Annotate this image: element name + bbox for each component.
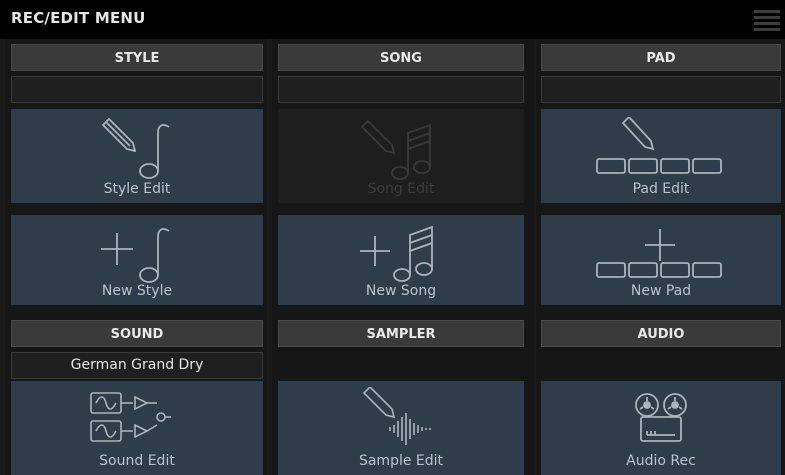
audio-header: AUDIO — [541, 320, 781, 347]
style-edit-label: Style Edit — [103, 181, 171, 197]
sample-edit-button[interactable]: Sample Edit — [278, 381, 524, 475]
new-pad-label: New Pad — [630, 283, 692, 299]
page-title: REC/EDIT MENU — [11, 9, 146, 27]
style-edit-button[interactable]: Style Edit — [11, 109, 263, 203]
new-song-label: New Song — [365, 283, 437, 299]
sound-edit-button[interactable]: Sound Edit — [11, 381, 263, 475]
new-pad-button[interactable]: New Pad — [541, 215, 781, 305]
song-slot — [278, 76, 524, 103]
sound-edit-label: Sound Edit — [99, 453, 175, 469]
plus-notes-icon — [360, 225, 433, 282]
new-style-button[interactable]: New Style — [11, 215, 263, 305]
new-song-button[interactable]: New Song — [278, 215, 524, 305]
sample-edit-label: Sample Edit — [358, 453, 444, 469]
pencil-pads-icon — [596, 117, 722, 174]
sound-name-field: German Grand Dry — [11, 352, 263, 379]
pad-edit-label: Pad Edit — [632, 181, 690, 197]
pad-header: PAD — [541, 44, 781, 71]
pencil-note-icon — [101, 117, 170, 179]
pad-slot — [541, 76, 781, 103]
song-edit-label: Song Edit — [367, 181, 435, 197]
sampler-header: SAMPLER — [278, 320, 524, 347]
plus-note-icon — [101, 228, 170, 283]
title-bar: REC/EDIT MENU — [0, 0, 785, 39]
audio-rec-label: Audio Rec — [626, 453, 696, 469]
sound-header: SOUND — [11, 320, 263, 347]
song-edit-button[interactable]: Song Edit — [278, 109, 524, 203]
pad-edit-button[interactable]: Pad Edit — [541, 109, 781, 203]
style-header: STYLE — [11, 44, 263, 71]
pencil-notes-icon — [360, 119, 431, 180]
pencil-waveform-icon — [362, 387, 431, 445]
song-header: SONG — [278, 44, 524, 71]
list-icon[interactable] — [754, 10, 780, 31]
style-slot — [11, 76, 263, 103]
new-style-label: New Style — [101, 283, 173, 299]
audio-rec-button[interactable]: Audio Rec — [541, 381, 781, 475]
tape-recorder-icon — [635, 393, 687, 442]
plus-pads-icon — [596, 229, 722, 278]
oscillator-filter-icon — [90, 392, 171, 442]
